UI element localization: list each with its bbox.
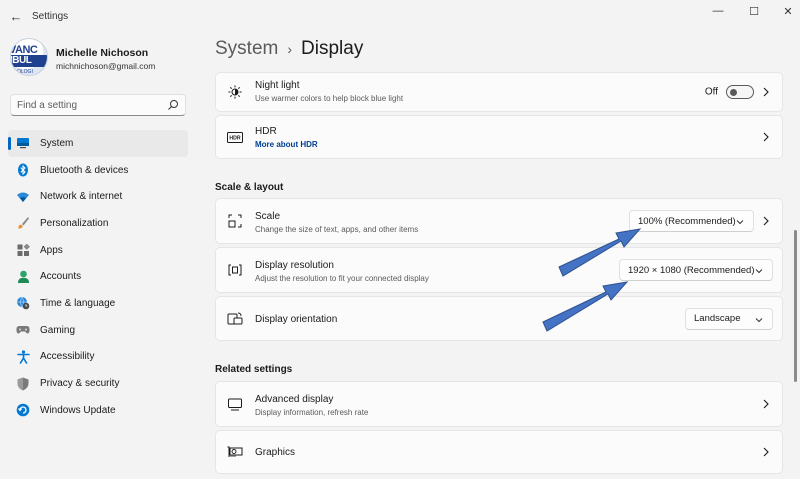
user-name: Michelle Nichoson <box>56 47 149 59</box>
advanced-display-title: Advanced display <box>255 394 334 405</box>
graphics-title: Graphics <box>255 447 296 458</box>
resolution-icon <box>227 262 243 278</box>
sidebar-item-gaming[interactable]: Gaming <box>8 317 188 344</box>
breadcrumb: System › Display <box>215 38 363 60</box>
sidebar-item-windows-update[interactable]: Windows Update <box>8 397 188 424</box>
sidebar-item-bluetooth[interactable]: Bluetooth & devices <box>8 157 188 184</box>
resolution-dropdown[interactable]: 1920 × 1080 (Recommended) <box>619 259 773 281</box>
page-title: Display <box>301 38 364 59</box>
hdr-icon: HDR <box>227 129 243 145</box>
bluetooth-icon <box>16 163 30 177</box>
scrollbar[interactable] <box>794 230 797 382</box>
search-icon[interactable] <box>167 99 179 111</box>
gamepad-icon <box>16 323 30 337</box>
chevron-right-icon[interactable] <box>762 399 770 409</box>
hdr-title: HDR <box>255 126 277 137</box>
chevron-right-icon[interactable] <box>762 447 770 457</box>
night-light-subtitle: Use warmer colors to help block blue lig… <box>255 94 404 103</box>
graphics-card-icon <box>227 444 243 460</box>
brush-icon <box>16 216 30 230</box>
night-light-title: Night light <box>255 80 300 91</box>
chevron-right-icon[interactable] <box>762 87 770 97</box>
back-button[interactable]: ← <box>8 8 24 24</box>
search-input[interactable] <box>17 99 167 112</box>
search-box[interactable] <box>10 94 186 116</box>
sidebar-item-network[interactable]: Network & internet <box>8 183 188 210</box>
orientation-value: Landscape <box>694 313 741 324</box>
scale-icon <box>227 213 243 229</box>
sidebar-nav: System Bluetooth & devices Network & int… <box>8 130 188 424</box>
update-icon <box>16 403 30 417</box>
night-light-card[interactable]: Night light Use warmer colors to help bl… <box>215 72 783 112</box>
advanced-display-card[interactable]: Advanced display Display information, re… <box>215 381 783 427</box>
chevron-right-icon[interactable] <box>762 132 770 142</box>
scale-dropdown[interactable]: 100% (Recommended) <box>629 210 754 232</box>
graphics-card[interactable]: Graphics <box>215 430 783 474</box>
globe-clock-icon <box>16 296 30 310</box>
brightness-icon <box>227 84 243 100</box>
chevron-down-icon <box>755 317 763 322</box>
avatar: VANC IBUL OLOGI <box>10 38 48 76</box>
sidebar-item-accounts[interactable]: Accounts <box>8 263 188 290</box>
hdr-card[interactable]: HDR HDR More about HDR <box>215 115 783 159</box>
accessibility-icon <box>16 350 30 364</box>
toggle-knob <box>730 88 737 96</box>
title-bar: ← Settings — ☐ ✕ <box>0 0 800 32</box>
app-title: Settings <box>32 11 69 22</box>
orientation-icon <box>227 311 243 327</box>
user-email: michnichoson@gmail.com <box>56 61 156 71</box>
breadcrumb-system[interactable]: System <box>215 38 278 60</box>
night-light-toggle[interactable] <box>726 85 754 99</box>
display-resolution-subtitle: Adjust the resolution to fit your connec… <box>255 274 429 283</box>
display-resolution-title: Display resolution <box>255 260 334 271</box>
maximize-button[interactable]: ☐ <box>742 4 766 18</box>
scale-card[interactable]: Scale Change the size of text, apps, and… <box>215 198 783 244</box>
person-icon <box>16 270 30 284</box>
night-light-state: Off <box>704 86 718 98</box>
apps-icon <box>16 243 30 257</box>
sidebar-item-privacy-security[interactable]: Privacy & security <box>8 370 188 397</box>
monitor-icon <box>16 136 30 150</box>
close-button[interactable]: ✕ <box>776 4 800 18</box>
chevron-right-icon[interactable] <box>762 216 770 226</box>
sidebar-item-apps[interactable]: Apps <box>8 237 188 264</box>
monitor-outline-icon <box>227 396 243 412</box>
breadcrumb-separator: › <box>287 41 293 57</box>
chevron-down-icon <box>736 220 744 225</box>
sidebar-item-system[interactable]: System <box>8 130 188 157</box>
sidebar-item-time-language[interactable]: Time & language <box>8 290 188 317</box>
scale-subtitle: Change the size of text, apps, and other… <box>255 225 419 234</box>
section-related-settings: Related settings <box>215 364 293 375</box>
section-scale-layout: Scale & layout <box>215 182 284 193</box>
sidebar-item-personalization[interactable]: Personalization <box>8 210 188 237</box>
user-profile[interactable]: VANC IBUL OLOGI Michelle Nichoson michni… <box>10 38 200 80</box>
back-arrow-icon: ← <box>9 8 23 24</box>
advanced-display-subtitle: Display information, refresh rate <box>255 408 369 417</box>
chevron-down-icon <box>755 269 763 274</box>
scale-title: Scale <box>255 211 281 222</box>
wifi-icon <box>16 190 30 204</box>
svg-text:HDR: HDR <box>229 135 240 141</box>
more-about-hdr-link[interactable]: More about HDR <box>255 140 318 149</box>
display-orientation-card[interactable]: Display orientation Landscape <box>215 296 783 341</box>
minimize-button[interactable]: — <box>706 4 730 18</box>
display-orientation-title: Display orientation <box>255 314 338 325</box>
shield-icon <box>16 377 30 391</box>
resolution-value: 1920 × 1080 (Recommended) <box>628 264 755 276</box>
sidebar-item-accessibility[interactable]: Accessibility <box>8 344 188 371</box>
orientation-dropdown[interactable]: Landscape <box>685 307 773 330</box>
scale-value: 100% (Recommended) <box>638 215 736 227</box>
display-resolution-card[interactable]: Display resolution Adjust the resolution… <box>215 247 783 293</box>
